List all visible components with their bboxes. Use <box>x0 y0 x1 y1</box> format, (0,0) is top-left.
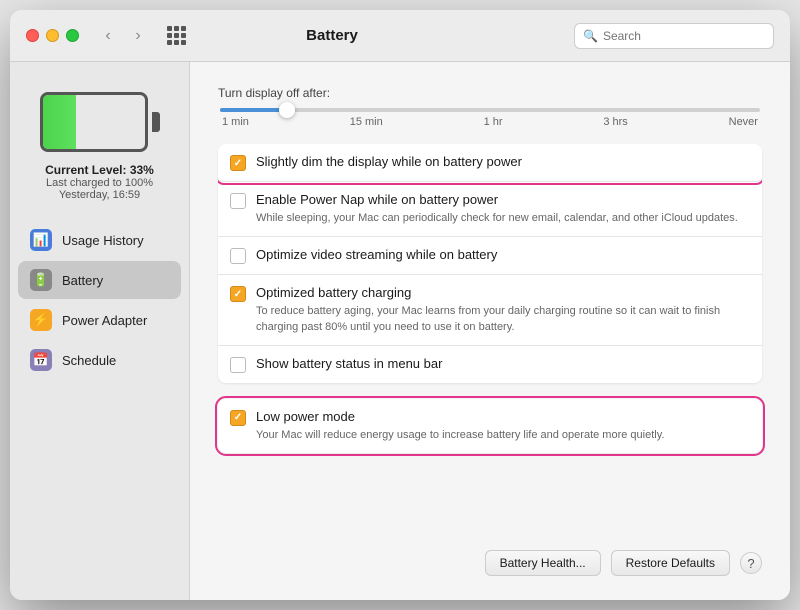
slider-label-1min: 1 min <box>222 116 249 128</box>
last-charged: Last charged to 100% <box>45 177 154 189</box>
option-dim-text: Slightly dim the display while on batter… <box>256 154 750 171</box>
traffic-lights <box>26 29 79 42</box>
help-button[interactable]: ? <box>740 552 762 574</box>
grid-icon[interactable] <box>167 26 186 45</box>
usage-history-icon: 📊 <box>30 229 52 251</box>
checkbox-optimized-charging[interactable] <box>230 286 246 302</box>
low-power-group: Low power mode Your Mac will reduce ener… <box>218 399 762 453</box>
restore-defaults-button[interactable]: Restore Defaults <box>611 550 730 576</box>
adapter-icon: ⚡ <box>30 309 52 331</box>
titlebar: ‹ › Battery 🔍 <box>10 10 790 62</box>
sidebar-item-usage-history[interactable]: 📊 Usage History <box>18 221 181 259</box>
option-dim-title: Slightly dim the display while on batter… <box>256 154 750 171</box>
schedule-icon: 📅 <box>30 349 52 371</box>
usage-history-label: Usage History <box>62 233 144 248</box>
checkbox-power-nap[interactable] <box>230 193 246 209</box>
options-group: Slightly dim the display while on batter… <box>218 144 762 383</box>
sidebar-nav: 📊 Usage History 🔋 Battery ⚡ Power Adapte… <box>10 221 189 379</box>
option-video-text: Optimize video streaming while on batter… <box>256 247 750 264</box>
option-video-title: Optimize video streaming while on batter… <box>256 247 750 264</box>
option-show-status: Show battery status in menu bar <box>218 346 762 383</box>
battery-icon-nav: 🔋 <box>30 269 52 291</box>
option-low-power: Low power mode Your Mac will reduce ener… <box>218 399 762 453</box>
forward-button[interactable]: › <box>125 23 151 49</box>
battery-status: Current Level: 33% Last charged to 100% … <box>10 78 189 221</box>
battery-icon <box>40 90 160 155</box>
last-charged-time: Yesterday, 16:59 <box>45 189 154 201</box>
close-button[interactable] <box>26 29 39 42</box>
checkbox-video-streaming[interactable] <box>230 248 246 264</box>
slider-fill <box>220 108 285 112</box>
minimize-button[interactable] <box>46 29 59 42</box>
main-panel: Turn display off after: 1 min 15 min 1 h… <box>190 62 790 600</box>
checkbox-dim-display[interactable] <box>230 155 246 171</box>
maximize-button[interactable] <box>66 29 79 42</box>
option-powernap-desc: While sleeping, your Mac can periodicall… <box>256 211 750 226</box>
slider-track <box>220 108 760 112</box>
battery-fill <box>43 95 77 149</box>
search-input[interactable] <box>603 29 765 43</box>
option-lowpower-desc: Your Mac will reduce energy usage to inc… <box>256 428 750 443</box>
sidebar-item-power-adapter[interactable]: ⚡ Power Adapter <box>18 301 181 339</box>
option-charging-title: Optimized battery charging <box>256 285 750 302</box>
option-powernap-title: Enable Power Nap while on battery power <box>256 192 750 209</box>
option-status-text: Show battery status in menu bar <box>256 356 750 373</box>
battery-label: Battery <box>62 273 103 288</box>
option-lowpower-title: Low power mode <box>256 409 750 426</box>
search-icon: 🔍 <box>583 29 598 43</box>
option-status-title: Show battery status in menu bar <box>256 356 750 373</box>
battery-tip <box>152 112 160 132</box>
option-powernap-text: Enable Power Nap while on battery power … <box>256 192 750 226</box>
back-button[interactable]: ‹ <box>95 23 121 49</box>
slider-labels: 1 min 15 min 1 hr 3 hrs Never <box>220 116 760 128</box>
slider-label-15min: 15 min <box>350 116 383 128</box>
system-preferences-window: ‹ › Battery 🔍 <box>10 10 790 600</box>
slider-label-3hrs: 3 hrs <box>603 116 627 128</box>
checkbox-low-power[interactable] <box>230 410 246 426</box>
main-content: Current Level: 33% Last charged to 100% … <box>10 62 790 600</box>
display-section-label: Turn display off after: <box>218 86 762 100</box>
nav-buttons: ‹ › <box>95 23 151 49</box>
window-title: Battery <box>202 27 462 44</box>
sidebar: Current Level: 33% Last charged to 100% … <box>10 62 190 600</box>
slider-label-never: Never <box>729 116 758 128</box>
sidebar-item-schedule[interactable]: 📅 Schedule <box>18 341 181 379</box>
battery-health-button[interactable]: Battery Health... <box>485 550 601 576</box>
option-power-nap: Enable Power Nap while on battery power … <box>218 182 762 237</box>
schedule-label: Schedule <box>62 353 116 368</box>
sidebar-item-battery[interactable]: 🔋 Battery <box>18 261 181 299</box>
adapter-label: Power Adapter <box>62 313 147 328</box>
current-level: Current Level: 33% <box>45 163 154 177</box>
bottom-buttons: Battery Health... Restore Defaults ? <box>218 542 762 576</box>
option-lowpower-text: Low power mode Your Mac will reduce ener… <box>256 409 750 443</box>
option-video-streaming: Optimize video streaming while on batter… <box>218 237 762 275</box>
option-charging-desc: To reduce battery aging, your Mac learns… <box>256 304 750 335</box>
checkbox-show-status[interactable] <box>230 357 246 373</box>
option-charging-text: Optimized battery charging To reduce bat… <box>256 285 750 335</box>
search-box[interactable]: 🔍 <box>574 23 774 49</box>
option-optimized-charging: Optimized battery charging To reduce bat… <box>218 275 762 346</box>
option-dim-display: Slightly dim the display while on batter… <box>218 144 762 182</box>
battery-body <box>40 92 148 152</box>
battery-info: Current Level: 33% Last charged to 100% … <box>45 163 154 201</box>
display-section: Turn display off after: 1 min 15 min 1 h… <box>218 86 762 128</box>
slider-container: 1 min 15 min 1 hr 3 hrs Never <box>218 108 762 128</box>
slider-label-1hr: 1 hr <box>484 116 503 128</box>
